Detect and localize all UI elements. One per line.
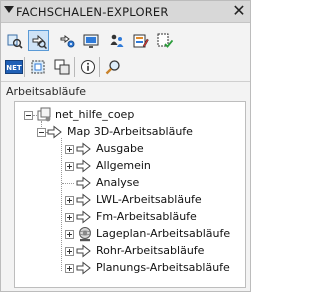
edit-form-button[interactable] <box>131 31 151 51</box>
toolbar-separator <box>99 57 100 77</box>
workflows-section-header: Arbeitsabläufe <box>1 81 250 101</box>
toolbar-separator <box>24 57 25 77</box>
edit-form-icon <box>133 34 149 48</box>
svg-text:NET: NET <box>6 64 22 72</box>
explorer-toolbar: NET <box>1 23 250 80</box>
expand-toggle[interactable] <box>65 145 74 154</box>
workflow-arrow-icon <box>47 125 62 139</box>
workflow-arrow-icon <box>76 261 91 275</box>
copy-objects-button[interactable] <box>52 57 72 77</box>
globe-gear-icon <box>79 227 91 242</box>
tree-item-planungs[interactable]: Planungs-Arbeitsabläufe <box>15 260 245 277</box>
tree-item-label: Analyse <box>96 176 140 189</box>
expand-toggle[interactable] <box>65 230 74 239</box>
workflow-arrow-icon <box>76 159 91 173</box>
expand-toggle[interactable] <box>65 264 74 273</box>
select-frame-icon <box>31 60 45 74</box>
user-admin-icon <box>110 34 124 47</box>
workflow-arrow-icon <box>76 210 91 224</box>
check-list-button[interactable] <box>155 31 175 51</box>
tree-item-analyse[interactable]: Analyse <box>15 175 245 192</box>
user-admin-button[interactable] <box>107 31 127 51</box>
workspace-map-button[interactable] <box>5 31 25 51</box>
dotnet-button[interactable]: NET <box>4 57 24 77</box>
workflow-arrow-icon <box>76 176 91 190</box>
tree-node-group[interactable]: Map 3D-Arbeitsabläufe <box>15 124 245 141</box>
workflows-button[interactable] <box>28 30 49 51</box>
expand-toggle[interactable] <box>65 247 74 256</box>
tree-item-label: Rohr-Arbeitsabläufe <box>96 244 205 257</box>
display-manager-icon <box>83 34 99 48</box>
workflows-icon <box>32 34 47 49</box>
dotnet-icon: NET <box>5 60 23 74</box>
toolbar-separator <box>74 57 75 77</box>
search-magnifier-icon <box>105 60 120 75</box>
tree-item-ausgabe[interactable]: Ausgabe <box>15 141 245 158</box>
tree-item-fm[interactable]: Fm-Arbeitsabläufe <box>15 209 245 226</box>
section-label: Arbeitsabläufe <box>6 85 87 98</box>
panel-title: FACHSCHALEN-EXPLORER <box>16 5 169 19</box>
expand-toggle[interactable] <box>65 162 74 171</box>
tree-item-label: LWL-Arbeitsabläufe <box>96 193 202 206</box>
expand-toggle[interactable] <box>65 213 74 222</box>
project-database-icon <box>37 107 51 122</box>
collapse-toggle[interactable] <box>37 128 46 137</box>
settings-tree-button[interactable] <box>58 31 78 51</box>
tree-item-lageplan[interactable]: Lageplan-Arbeitsabläufe <box>15 226 245 243</box>
tree-item-label: Ausgabe <box>96 142 144 155</box>
select-frame-button[interactable] <box>28 57 48 77</box>
tree-item-rohr[interactable]: Rohr-Arbeitsabläufe <box>15 243 245 260</box>
tree-item-label: Allgemein <box>96 159 151 172</box>
collapse-toggle[interactable] <box>24 111 33 120</box>
expand-toggle[interactable] <box>65 196 74 205</box>
workflow-arrow-icon <box>76 142 91 156</box>
tree-item-lwl[interactable]: LWL-Arbeitsabläufe <box>15 192 245 209</box>
workflow-arrow-icon <box>76 244 91 258</box>
check-list-icon <box>157 33 173 48</box>
copy-objects-icon <box>54 59 70 75</box>
panel-titlebar[interactable]: FACHSCHALEN-EXPLORER ✕ <box>1 1 250 23</box>
tree-item-label: Lageplan-Arbeitsabläufe <box>96 227 231 240</box>
settings-tree-icon <box>60 35 75 48</box>
tree-item-label: Planungs-Arbeitsabläufe <box>96 261 230 274</box>
close-icon[interactable]: ✕ <box>231 1 247 21</box>
fachschalen-explorer-panel: FACHSCHALEN-EXPLORER ✕ NET Arbeitsabläuf… <box>0 0 251 292</box>
tree-connector <box>62 183 74 184</box>
tree-item-label: Fm-Arbeitsabläufe <box>96 210 197 223</box>
workflow-arrow-icon <box>76 193 91 207</box>
search-button[interactable] <box>103 57 123 77</box>
tree-node-label: net_hilfe_coep <box>55 108 135 121</box>
workflow-tree[interactable]: net_hilfe_coep Map 3D-Arbeitsabläufe Aus… <box>14 101 246 288</box>
tree-node-root[interactable]: net_hilfe_coep <box>15 107 245 124</box>
info-icon <box>81 60 95 74</box>
collapse-triangle-icon[interactable] <box>4 6 14 13</box>
tree-node-label: Map 3D-Arbeitsabläufe <box>67 125 193 138</box>
display-manager-button[interactable] <box>81 31 101 51</box>
tree-item-allgemein[interactable]: Allgemein <box>15 158 245 175</box>
workspace-map-icon <box>7 34 23 49</box>
info-button[interactable] <box>78 57 98 77</box>
